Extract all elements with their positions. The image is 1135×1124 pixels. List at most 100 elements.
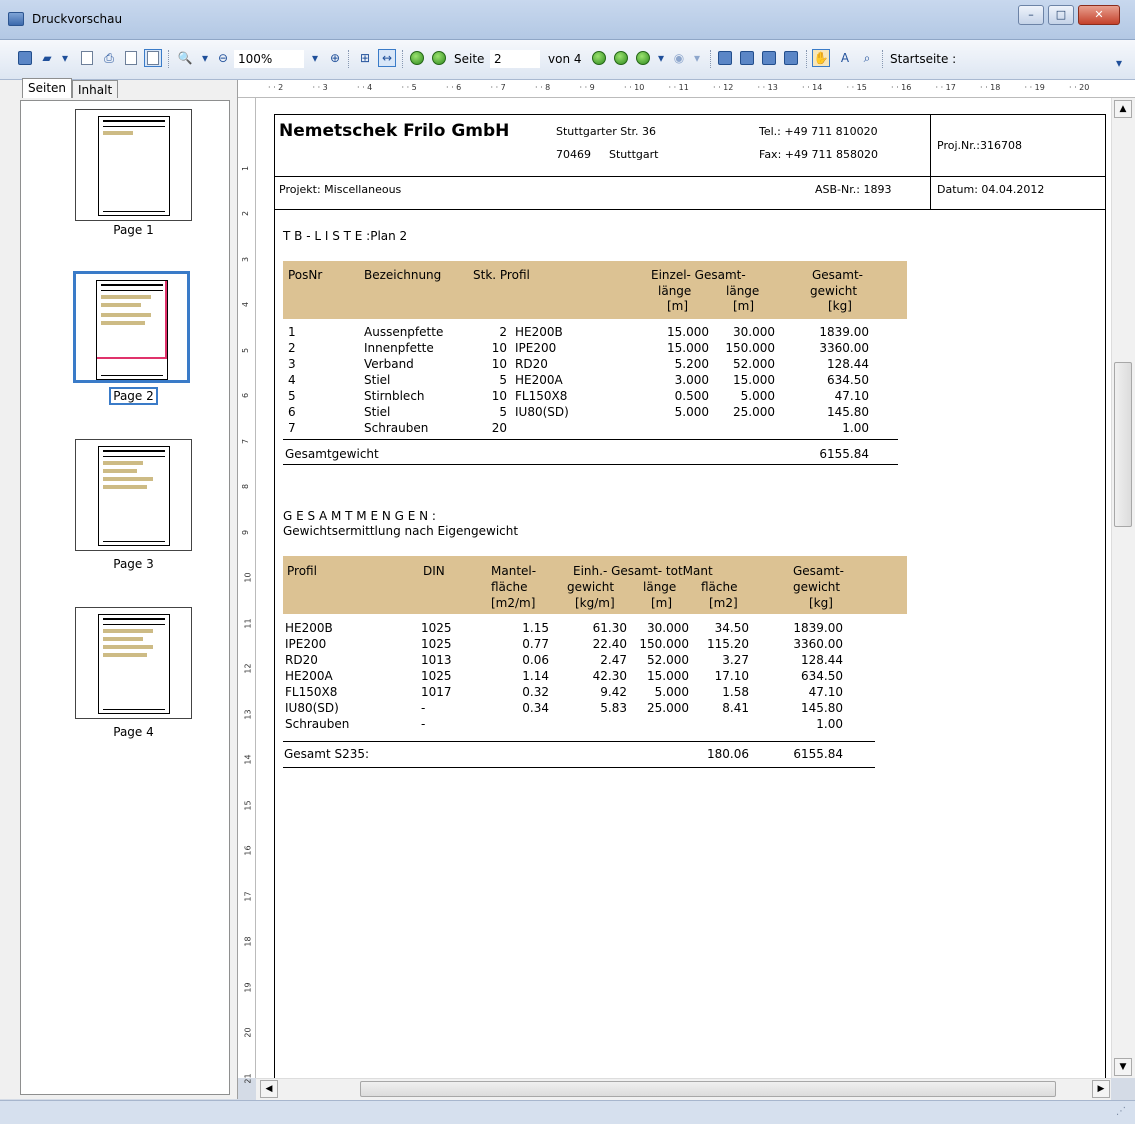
zoom-in-icon[interactable]: ⊕ (326, 49, 344, 67)
gm-row-5-einh: 9.42 (600, 685, 627, 699)
tb-row-2-pos: 2 (288, 341, 296, 355)
tb-row-6-gesamt: 25.000 (733, 405, 775, 419)
tb-list-title: T B - L I S T E :Plan 2 (283, 229, 408, 243)
gm-row-6-laenge: 25.000 (647, 701, 689, 715)
ruler-tick-v-15: 15 (243, 799, 253, 811)
tb-row-6-einzel: 5.000 (674, 405, 709, 419)
gm-row-1-mantel: 1.15 (522, 621, 549, 635)
continuous-page-icon[interactable] (738, 49, 756, 67)
forward-icon[interactable]: ◉ (670, 49, 688, 67)
print-icon[interactable]: ⎙ (100, 49, 118, 67)
tb-row-4-gesamt: 15.000 (733, 373, 775, 387)
zoom-out-icon[interactable]: ⊖ (214, 49, 232, 67)
company-name: Nemetschek Frilo GmbH (279, 121, 510, 141)
single-page-icon[interactable] (716, 49, 734, 67)
tb-row-5-einzel: 0.500 (674, 389, 709, 403)
page-thumbnail-list[interactable]: Page 1 Page 2 Page 3 Page 4 (20, 100, 230, 1095)
zoom-dropdown-icon[interactable]: ▾ (196, 49, 214, 67)
next-page-icon[interactable] (590, 49, 608, 67)
gm-row-6-din: - (421, 701, 426, 715)
tab-inhalt[interactable]: Inhalt (72, 80, 119, 98)
fit-width-icon[interactable]: ↔ (378, 49, 396, 67)
gm-row-2-laenge: 150.000 (639, 637, 689, 651)
page-label-4[interactable]: Page 4 (75, 725, 192, 739)
ruler-tick-v-4: 4 (241, 301, 251, 308)
tb-row-4-bez: Stiel (364, 373, 391, 387)
page-label-2[interactable]: Page 2 (75, 387, 192, 405)
two-pages-icon[interactable] (760, 49, 778, 67)
print-preview-area[interactable]: Nemetschek Frilo GmbH Stuttgarter Str. 3… (256, 98, 1111, 1078)
gm-row-6-mantel: 0.34 (522, 701, 549, 715)
ruler-tick-v-17: 17 (243, 890, 253, 902)
vertical-scrollbar[interactable] (1111, 98, 1135, 1078)
gm-row-3-mantel: 0.06 (522, 653, 549, 667)
scroll-up-button[interactable]: ▲ (1114, 100, 1132, 118)
gm-row-5-laenge: 5.000 (654, 685, 689, 699)
open-icon[interactable]: ▰ (38, 49, 56, 67)
page-thumbnail-4[interactable] (75, 607, 192, 719)
gm-row-6-einh: 5.83 (600, 701, 627, 715)
scroll-left-button[interactable]: ◀ (260, 1080, 278, 1098)
tb-row-1-einzel: 15.000 (667, 325, 709, 339)
four-pages-icon[interactable] (782, 49, 800, 67)
tb-total-value: 6155.84 (819, 447, 869, 461)
single-page-view-icon[interactable] (144, 49, 162, 67)
page-thumbnail-1[interactable] (75, 109, 192, 221)
save-icon[interactable] (16, 49, 34, 67)
ruler-tick-h-12: · · 12 (713, 83, 734, 92)
text-select-icon[interactable]: A (836, 49, 854, 67)
gm-row-2-profil: IPE200 (285, 637, 327, 651)
ruler-tick-v-18: 18 (243, 936, 253, 947)
page-thumbnail-3[interactable] (75, 439, 192, 551)
find-icon[interactable]: ⌕ (858, 49, 876, 67)
previous-page-icon[interactable] (430, 49, 448, 67)
gm-header-gewicht-2: gewicht (793, 580, 841, 594)
page-label-3[interactable]: Page 3 (75, 557, 192, 571)
fit-page-icon[interactable]: ⊞ (356, 49, 374, 67)
tb-row-6-stk: 5 (499, 405, 507, 419)
ruler-tick-h-6: · · 6 (446, 83, 462, 92)
ruler-tick-h-10: · · 10 (624, 83, 645, 92)
close-button[interactable]: ✕ (1078, 5, 1120, 25)
zoom-value[interactable]: 100% (234, 50, 304, 68)
telephone: Tel.: +49 711 810020 (759, 125, 878, 138)
tb-row-6-bez: Stiel (364, 405, 391, 419)
first-page-icon[interactable] (408, 49, 426, 67)
page-setup-icon[interactable] (78, 49, 96, 67)
scroll-right-button[interactable]: ▶ (1092, 1080, 1110, 1098)
minimize-button[interactable]: – (1018, 5, 1044, 25)
page-thumbnail-2[interactable] (73, 271, 190, 383)
asb-number: ASB-Nr.: 1893 (815, 183, 892, 196)
horizontal-ruler: · · 2 · · 3 · · 4 · · 5 · · 6 · · 7 · · 8 · · 9… (238, 80, 1135, 98)
resize-grip-icon[interactable]: ⋰ (1116, 1106, 1126, 1117)
ruler-tick-h-18: · · 18 (980, 83, 1001, 92)
tab-seiten[interactable]: Seiten (22, 78, 73, 98)
toolbar-overflow-icon[interactable]: ▾ (1110, 54, 1128, 72)
page-label-1[interactable]: Page 1 (75, 223, 192, 237)
vertical-scroll-thumb[interactable] (1114, 362, 1132, 527)
zoom-select-dropdown-icon[interactable]: ▾ (306, 49, 324, 67)
open-dropdown-icon[interactable]: ▾ (56, 49, 74, 67)
last-page-icon[interactable] (612, 49, 630, 67)
maximize-button[interactable]: □ (1048, 5, 1074, 25)
back-icon[interactable] (634, 49, 652, 67)
forward-dropdown-icon[interactable]: ▾ (688, 49, 706, 67)
tb-row-7-pos: 7 (288, 421, 296, 435)
ruler-tick-h-11: · · 11 (668, 83, 689, 92)
tb-row-3-gesamt: 52.000 (733, 357, 775, 371)
scroll-down-button[interactable]: ▼ (1114, 1058, 1132, 1076)
back-dropdown-icon[interactable]: ▾ (652, 49, 670, 67)
zoom-icon[interactable]: 🔍 (176, 49, 194, 67)
ruler-tick-v-13: 13 (243, 708, 253, 720)
page-number-input[interactable]: 2 (490, 50, 540, 68)
copy-icon[interactable] (122, 49, 140, 67)
tb-row-2-stk: 10 (491, 341, 507, 355)
tb-header-posnr: PosNr (288, 268, 323, 282)
gm-row-3-profil: RD20 (285, 653, 318, 667)
tb-header-gewicht: gewicht (810, 284, 858, 298)
horizontal-scroll-thumb[interactable] (360, 1081, 1056, 1097)
gm-total-value: 6155.84 (793, 747, 843, 761)
ruler-tick-h-3: · · 3 (312, 83, 328, 92)
hand-tool-icon[interactable]: ✋ (812, 49, 830, 67)
ruler-tick-h-8: · · 8 (535, 83, 551, 92)
